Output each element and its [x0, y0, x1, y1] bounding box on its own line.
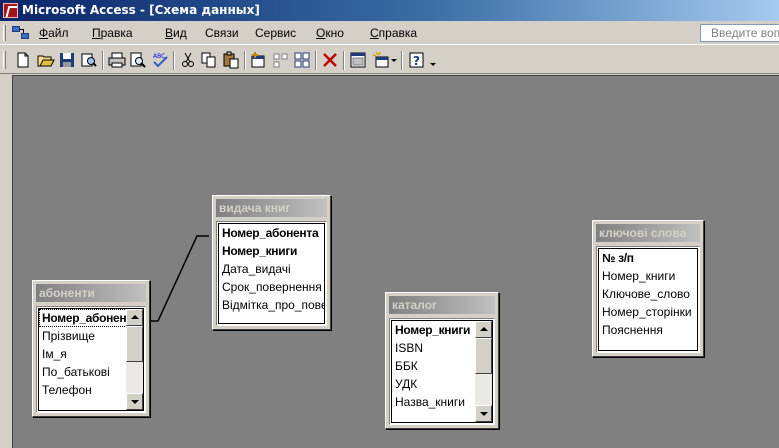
field-row[interactable]: Відмітка_про_повернення — [219, 296, 324, 314]
scroll-thumb[interactable] — [475, 338, 492, 374]
vertical-scrollbar[interactable] — [475, 321, 492, 422]
toolbar-options-icon[interactable] — [428, 51, 438, 69]
cut-icon[interactable] — [179, 51, 197, 69]
field-row[interactable]: Номер_книги — [219, 242, 324, 260]
scroll-thumb[interactable] — [126, 326, 143, 362]
open-icon[interactable] — [37, 51, 55, 69]
field-row[interactable]: Номер_сторінки — [599, 303, 697, 321]
field-row[interactable]: Номер_книги — [599, 267, 697, 285]
window-title: Microsoft Access - [Схема данных] — [22, 3, 260, 17]
field-row[interactable]: Пояснення — [599, 321, 697, 339]
access-app-icon[interactable] — [3, 3, 18, 18]
copy-icon[interactable] — [200, 51, 218, 69]
vertical-scrollbar[interactable] — [126, 309, 143, 410]
table-vydacha-field-list: Номер_абонента Номер_книги Дата_видачі С… — [216, 221, 327, 326]
field-row[interactable]: № з/п — [599, 249, 697, 267]
table-kliuchovi-field-list: № з/п Номер_книги Ключове_слово Номер_ст… — [596, 246, 700, 353]
table-vydacha[interactable]: видача книг Номер_абонента Номер_книги Д… — [212, 195, 331, 330]
show-direct-icon[interactable] — [272, 51, 290, 69]
table-vydacha-title[interactable]: видача книг — [216, 199, 327, 217]
menu-file[interactable]: Файл — [39, 26, 69, 40]
menu-help[interactable]: Справка — [370, 26, 417, 40]
spelling-icon[interactable]: ABC — [151, 51, 169, 69]
delete-icon[interactable] — [321, 51, 339, 69]
table-katalog-field-list: Номер_книги ISBN ББК УДК Назва_книги — [389, 318, 495, 425]
svg-text:ABC: ABC — [153, 53, 165, 60]
table-abonenty-field-list: Номер_абонента Прізвище Ім_я По_батькові… — [36, 306, 146, 413]
scroll-down-button[interactable] — [126, 393, 143, 410]
svg-text:?: ? — [413, 54, 420, 68]
field-row[interactable]: Дата_видачі — [219, 260, 324, 278]
show-table-icon[interactable] — [249, 51, 267, 69]
file-search-icon[interactable] — [80, 51, 98, 69]
ask-question-input[interactable]: Введите вопрос — [700, 24, 779, 42]
toolbar: ABC ? — [0, 46, 779, 74]
table-kliuchovi-title[interactable]: ключові слова — [596, 224, 700, 242]
field-row[interactable]: Срок_повернення — [219, 278, 324, 296]
table-abonenty[interactable]: абоненти Номер_абонента Прізвище Ім_я По… — [32, 280, 150, 417]
save-icon[interactable] — [58, 51, 76, 69]
menu-relationships[interactable]: Связи — [205, 26, 239, 40]
menu-view[interactable]: Вид — [165, 26, 187, 40]
paste-icon[interactable] — [222, 51, 240, 69]
toolbar-grip-handle[interactable] — [3, 51, 6, 69]
help-icon[interactable]: ? — [408, 51, 426, 69]
table-katalog[interactable]: каталог Номер_книги ISBN ББК УДК Назва_к… — [385, 292, 499, 429]
scroll-down-button[interactable] — [475, 405, 492, 422]
new-object-icon[interactable] — [372, 51, 390, 69]
title-bar: Microsoft Access - [Схема данных] — [0, 0, 779, 21]
relationships-window-icon[interactable] — [12, 26, 30, 40]
menu-window[interactable]: Окно — [316, 26, 344, 40]
database-window-icon[interactable] — [349, 51, 367, 69]
table-katalog-title[interactable]: каталог — [389, 296, 495, 314]
print-icon[interactable] — [108, 51, 126, 69]
field-row[interactable]: Номер_абонента — [219, 224, 324, 242]
dropdown-arrow-icon[interactable] — [389, 51, 399, 69]
table-kliuchovi[interactable]: ключові слова № з/п Номер_книги Ключове_… — [592, 220, 704, 357]
menubar-grip-handle[interactable] — [3, 25, 6, 41]
new-icon[interactable] — [14, 51, 32, 69]
scroll-up-button[interactable] — [475, 321, 492, 338]
table-abonenty-title[interactable]: абоненти — [36, 284, 146, 302]
scroll-up-button[interactable] — [126, 309, 143, 326]
show-all-relationships-icon[interactable] — [293, 51, 311, 69]
menu-bar: Файл Правка Вид Связи Сервис Окно Справк… — [0, 21, 779, 45]
field-row[interactable]: Ключове_слово — [599, 285, 697, 303]
menu-edit[interactable]: Правка — [92, 26, 133, 40]
relationships-workspace[interactable]: абоненти Номер_абонента Прізвище Ім_я По… — [12, 75, 779, 448]
print-preview-icon[interactable] — [129, 51, 147, 69]
menu-tools[interactable]: Сервис — [255, 26, 296, 40]
